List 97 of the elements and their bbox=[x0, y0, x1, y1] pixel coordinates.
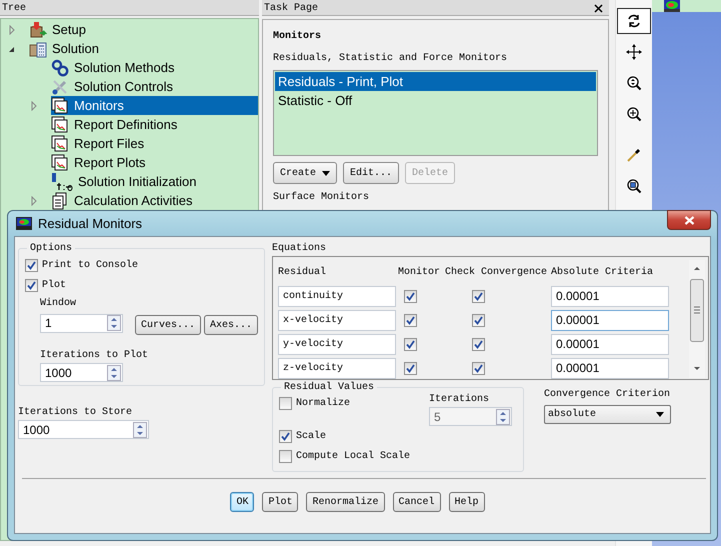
number-field[interactable]: continuity bbox=[278, 286, 396, 306]
number-field[interactable]: 1000 bbox=[40, 363, 123, 382]
field-label: Iterations to Plot bbox=[40, 349, 150, 363]
column-header: Check Convergence bbox=[445, 266, 548, 280]
field-label: Convergence Criterion bbox=[544, 388, 671, 402]
caret-icon bbox=[656, 412, 664, 417]
action-button[interactable]: Edit... bbox=[343, 162, 400, 184]
checkbox-label: Compute Local Scale bbox=[296, 450, 410, 462]
checkbox[interactable] bbox=[404, 362, 417, 374]
axes-button[interactable]: Axes... bbox=[204, 315, 258, 335]
checkbox[interactable] bbox=[25, 278, 38, 292]
dialog-button[interactable]: Cancel bbox=[392, 492, 441, 512]
column-header: Residual bbox=[278, 266, 328, 280]
checkbox-label: Plot bbox=[42, 280, 66, 290]
panel-header: Task Page bbox=[264, 2, 318, 16]
spinner-arrows-icon[interactable] bbox=[107, 364, 121, 380]
page-heading: Monitors bbox=[273, 31, 322, 44]
list-label: Residuals, Statistic and Force Monitors bbox=[273, 53, 508, 64]
time-zero-icon bbox=[51, 172, 73, 192]
chart-icon bbox=[51, 154, 69, 172]
checkbox-label: Scale bbox=[296, 430, 326, 442]
tree-item[interactable]: Solution Controls bbox=[51, 77, 258, 96]
dialog-button[interactable]: Help bbox=[448, 492, 485, 512]
checkbox[interactable] bbox=[404, 314, 417, 326]
number-field[interactable]: 1000 bbox=[18, 420, 149, 439]
list-item[interactable]: Statistic - Off bbox=[275, 91, 596, 110]
field-label: Iterations bbox=[429, 393, 490, 407]
tree-item[interactable]: Solution bbox=[29, 39, 258, 58]
checkbox[interactable] bbox=[404, 290, 417, 302]
collapsed-arrow-icon[interactable] bbox=[29, 196, 39, 206]
close-icon bbox=[684, 216, 694, 224]
checkbox-label: Normalize bbox=[296, 398, 350, 408]
dialog-button[interactable]: OK bbox=[230, 492, 254, 512]
zoom-box-icon[interactable] bbox=[625, 177, 643, 195]
checkbox[interactable] bbox=[279, 396, 292, 410]
probe-icon[interactable] bbox=[625, 146, 643, 164]
tree-item[interactable]: Solution Methods bbox=[51, 58, 258, 77]
checkbox[interactable] bbox=[472, 338, 484, 350]
field-label: Window bbox=[40, 297, 78, 311]
collapsed-arrow-icon[interactable] bbox=[7, 24, 17, 34]
checkbox[interactable] bbox=[472, 314, 484, 326]
checkbox[interactable] bbox=[404, 338, 417, 350]
number-field[interactable]: 0.00001 bbox=[551, 310, 669, 330]
tree-item[interactable]: Solution Initialization bbox=[51, 172, 258, 191]
dialog-button[interactable]: Renormalize bbox=[306, 492, 384, 512]
number-field[interactable]: z-velocity bbox=[278, 358, 396, 378]
dropdown-button[interactable]: Create bbox=[273, 162, 338, 184]
contour-icon[interactable] bbox=[664, 0, 680, 12]
tree-item[interactable]: Report Files bbox=[51, 134, 258, 153]
checkbox-label: Print to Console bbox=[42, 260, 138, 270]
group-label: Residual Values bbox=[283, 382, 376, 393]
tree-item[interactable]: Calculation Activities bbox=[51, 191, 258, 210]
checkbox[interactable] bbox=[279, 430, 292, 442]
chart-icon bbox=[51, 96, 69, 114]
dialog-button[interactable]: Plot bbox=[262, 492, 298, 512]
curves-button[interactable]: Curves... bbox=[135, 315, 202, 335]
caret-icon bbox=[322, 170, 330, 176]
spinner-arrows-icon[interactable] bbox=[107, 315, 121, 331]
column-header: Absolute Criteria bbox=[551, 266, 654, 280]
contour-icon bbox=[16, 217, 32, 230]
checkbox[interactable] bbox=[472, 362, 484, 374]
zoom-in-icon[interactable] bbox=[625, 105, 643, 123]
move-icon[interactable] bbox=[625, 43, 643, 61]
panel-header: Tree bbox=[0, 0, 259, 16]
group-label: Options bbox=[29, 243, 74, 254]
number-field[interactable]: 0.00001 bbox=[551, 286, 669, 306]
list-item[interactable]: Residuals - Print, Plot bbox=[275, 72, 596, 91]
number-field[interactable]: x-velocity bbox=[278, 310, 396, 330]
number-field[interactable]: 1 bbox=[40, 314, 123, 332]
gears-icon bbox=[51, 58, 69, 76]
dialog-title: Residual Monitors bbox=[38, 216, 142, 231]
criterion-dropdown[interactable]: absolute bbox=[544, 405, 671, 424]
checkbox[interactable] bbox=[472, 290, 484, 302]
tree-item[interactable]: Setup bbox=[29, 20, 258, 39]
number-field[interactable]: y-velocity bbox=[278, 334, 396, 354]
checkbox[interactable] bbox=[279, 450, 292, 462]
close-icon[interactable] bbox=[594, 4, 603, 13]
chart-icon bbox=[51, 134, 69, 152]
zoom-fit-icon[interactable] bbox=[625, 74, 643, 92]
calculator-icon bbox=[29, 40, 47, 58]
checkbox[interactable] bbox=[25, 258, 38, 272]
package-icon bbox=[29, 20, 47, 38]
number-field[interactable]: 0.00001 bbox=[551, 334, 669, 354]
document-icon bbox=[51, 192, 69, 210]
tree-item[interactable]: Report Definitions bbox=[51, 115, 258, 134]
tools-icon bbox=[51, 78, 69, 96]
group-label: Equations bbox=[272, 243, 328, 255]
close-button[interactable] bbox=[667, 210, 711, 230]
spinner-arrows-icon[interactable] bbox=[133, 422, 147, 438]
field-label: Iterations to Store bbox=[18, 406, 134, 420]
collapsed-arrow-icon[interactable] bbox=[29, 100, 39, 110]
column-header: Monitor bbox=[398, 266, 442, 280]
tree-item[interactable]: Monitors bbox=[51, 96, 258, 115]
tree-item[interactable]: Report Plots bbox=[51, 153, 258, 172]
number-field[interactable]: 0.00001 bbox=[551, 358, 669, 378]
section-label: Surface Monitors bbox=[273, 192, 370, 203]
chart-icon bbox=[51, 116, 69, 134]
